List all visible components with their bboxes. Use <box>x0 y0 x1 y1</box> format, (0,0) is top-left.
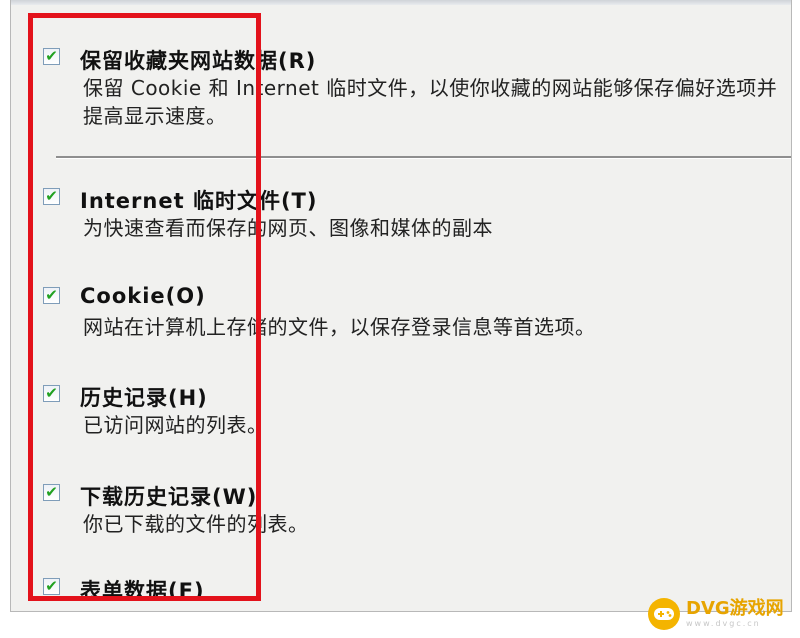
watermark-url: www.dvgc.cn <box>686 619 761 628</box>
watermark-name: DVG游戏网 <box>686 598 784 619</box>
red-highlight-box <box>28 13 261 601</box>
watermark: DVG游戏网 www.dvgc.cn <box>648 594 798 634</box>
dialog-top-edge <box>11 0 791 5</box>
gamepad-icon <box>648 598 680 630</box>
